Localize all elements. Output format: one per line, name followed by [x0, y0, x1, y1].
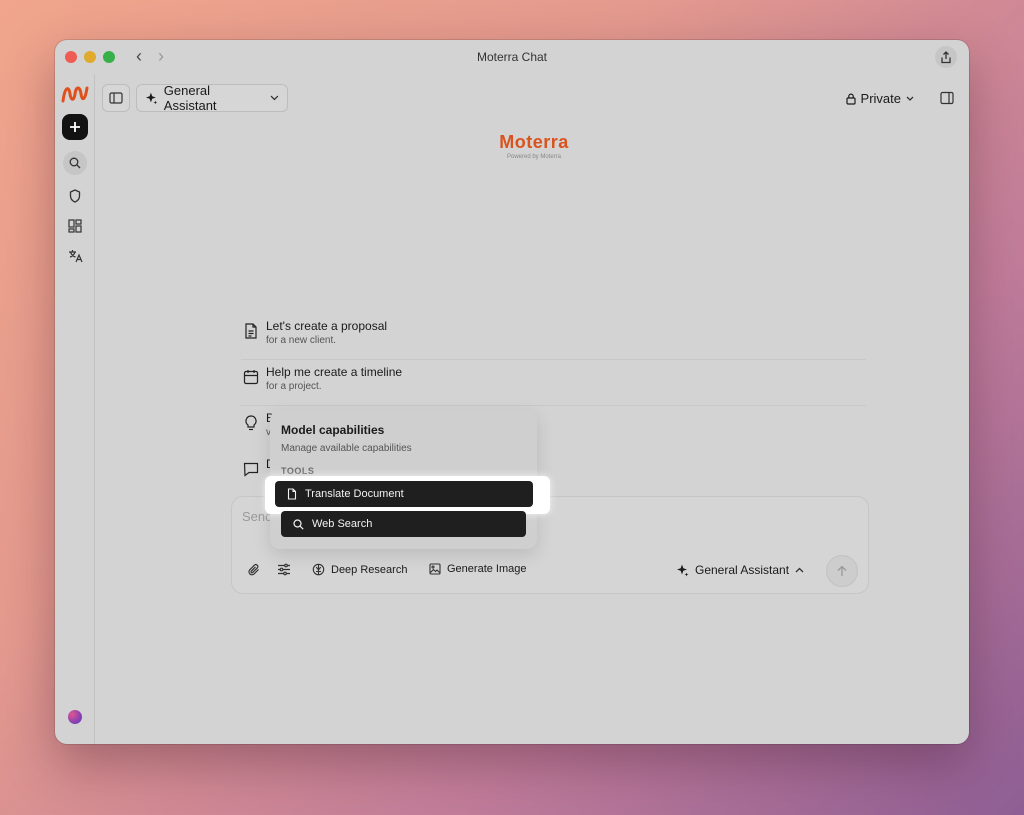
web-search-label: Web Search	[312, 518, 373, 530]
composer-assistant-selector[interactable]: General Assistant	[676, 563, 804, 577]
deep-research-label: Deep Research	[331, 563, 408, 576]
generate-image-label: Generate Image	[447, 563, 527, 575]
suggestion-title: Help me create a timeline	[266, 365, 403, 379]
suggestion-item[interactable]: Let's create a proposal for a new client…	[241, 316, 866, 360]
brand-tagline: Powered by Moterra	[506, 154, 562, 160]
assistant-selector[interactable]: General Assistant	[136, 83, 288, 113]
avatar[interactable]	[68, 710, 82, 724]
sidebar-toggle-button[interactable]	[102, 84, 130, 112]
right-panel-toggle-icon[interactable]	[939, 90, 955, 106]
chat-bubble-icon	[243, 462, 259, 477]
translate-icon	[68, 250, 83, 263]
share-icon	[941, 50, 951, 63]
suggestion-subtitle: for a project.	[266, 381, 322, 392]
dashboard-button[interactable]	[65, 216, 85, 236]
popup-title: Model capabilities	[281, 423, 385, 437]
translate-button[interactable]	[65, 246, 85, 266]
image-icon	[429, 563, 441, 575]
translate-document-item[interactable]: Translate Document	[275, 481, 533, 507]
title-bar: ‹ › Moterra Chat	[55, 40, 969, 74]
window-title: Moterra Chat	[476, 50, 548, 64]
shield-button[interactable]	[65, 186, 85, 206]
new-chat-button[interactable]	[62, 114, 88, 140]
suggestion-subtitle: for a new client.	[266, 335, 337, 346]
suggestion-item[interactable]: Help me create a timeline for a project.	[241, 362, 866, 406]
deep-research-button[interactable]: Deep Research	[312, 563, 407, 576]
generate-image-button[interactable]: Generate Image	[429, 563, 527, 575]
chevron-down-icon	[906, 96, 914, 101]
calendar-icon	[243, 370, 259, 385]
capabilities-button[interactable]	[277, 563, 291, 576]
shield-icon	[69, 189, 81, 203]
moterra-logo-icon[interactable]	[61, 84, 89, 104]
file-icon	[287, 488, 297, 500]
document-icon	[245, 323, 257, 339]
app-window: ‹ › Moterra Chat General Assistant Priva…	[55, 40, 969, 744]
assistant-selector-label: General Assistant	[163, 83, 217, 113]
search-button[interactable]	[63, 151, 87, 175]
sparkle-icon	[145, 92, 158, 104]
lightbulb-icon	[245, 415, 257, 431]
translate-document-label: Translate Document	[305, 488, 404, 500]
web-search-item[interactable]: Web Search	[281, 511, 526, 537]
sliders-icon	[278, 563, 290, 576]
search-icon	[69, 157, 81, 169]
attach-button[interactable]	[247, 563, 261, 577]
send-button[interactable]	[826, 555, 858, 587]
chevron-down-icon	[270, 95, 279, 101]
lock-icon	[845, 93, 856, 105]
brand-name: Moterra	[499, 132, 569, 152]
sparkle-icon	[677, 564, 689, 576]
search-icon	[293, 518, 304, 530]
popup-subtitle: Manage available capabilities	[281, 443, 412, 454]
dashboard-icon	[68, 219, 82, 233]
paperclip-icon	[248, 564, 259, 576]
chevron-up-icon	[795, 567, 804, 573]
composer-assistant-label: General Assistant	[695, 563, 790, 577]
privacy-label: Private	[860, 91, 901, 106]
brain-icon	[312, 563, 325, 576]
arrow-up-icon	[837, 565, 847, 576]
plus-icon	[70, 122, 80, 132]
privacy-selector[interactable]: Private	[845, 91, 914, 106]
brand-header: Moterra Powered by Moterra	[489, 132, 579, 160]
popup-section-label: TOOLS	[281, 466, 315, 476]
sidebar-toggle-icon	[109, 92, 123, 104]
share-button[interactable]	[935, 46, 957, 68]
sidebar	[55, 74, 95, 744]
suggestion-title: Let's create a proposal	[266, 319, 388, 333]
